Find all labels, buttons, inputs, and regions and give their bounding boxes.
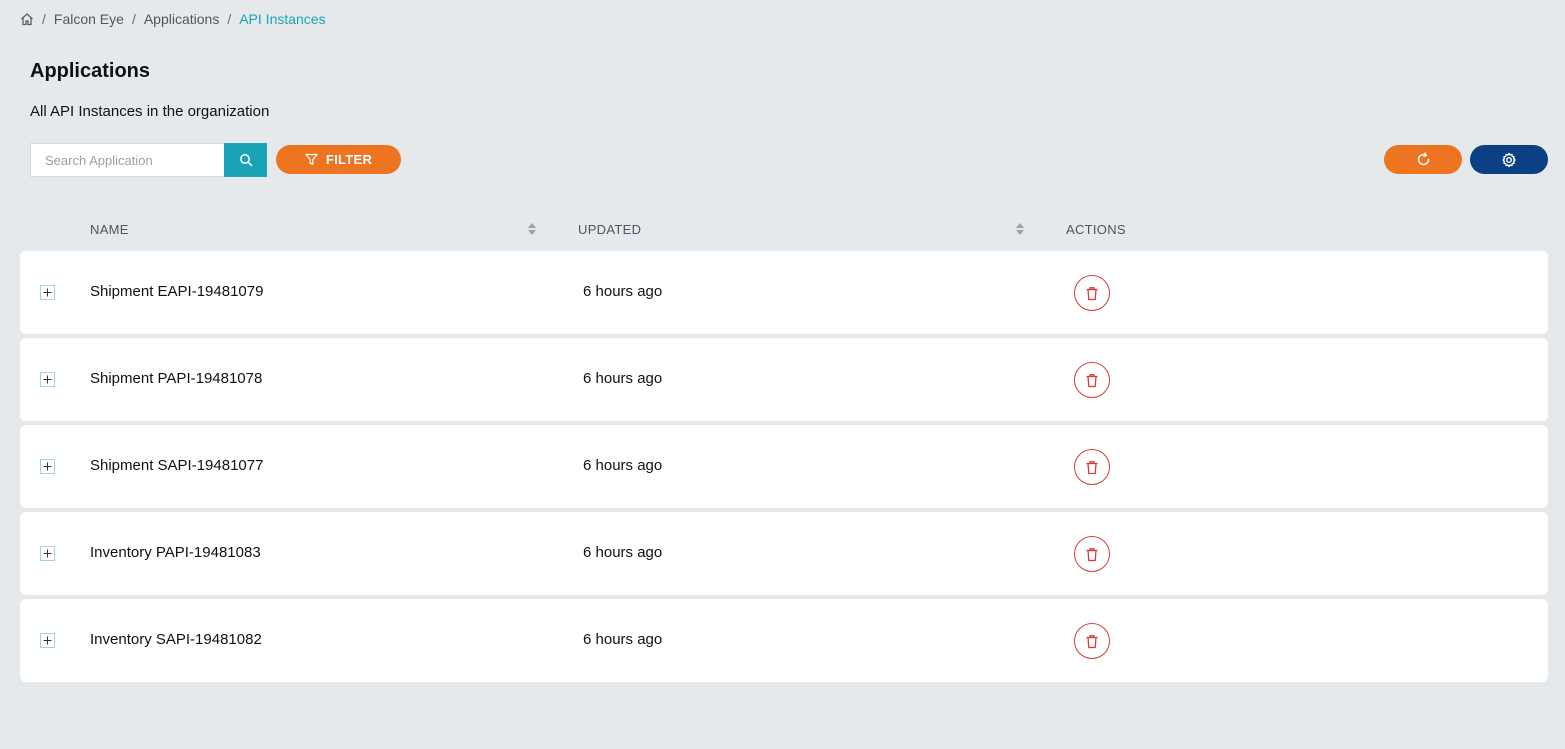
expand-icon[interactable] <box>40 285 55 300</box>
breadcrumb-separator: / <box>42 11 46 27</box>
page-title: Applications <box>30 60 151 82</box>
trash-icon <box>1085 286 1099 301</box>
expand-icon[interactable] <box>40 546 55 561</box>
column-header-updated[interactable]: UPDATED <box>578 222 641 237</box>
table-body: Shipment EAPI-19481079 6 hours ago Shipm… <box>20 251 1548 686</box>
trash-icon <box>1085 634 1099 649</box>
row-updated: 6 hours ago <box>583 283 663 300</box>
breadcrumb: / Falcon Eye / Applications / API Instan… <box>20 10 326 28</box>
row-updated: 6 hours ago <box>583 457 663 474</box>
sort-icon[interactable] <box>527 221 537 237</box>
trash-icon <box>1085 373 1099 388</box>
expand-icon[interactable] <box>40 372 55 387</box>
column-header-name[interactable]: NAME <box>90 222 129 237</box>
row-name: Inventory PAPI-19481083 <box>90 544 261 561</box>
delete-button[interactable] <box>1074 449 1110 485</box>
breadcrumb-item-falcon-eye[interactable]: Falcon Eye <box>54 11 124 27</box>
search-button[interactable] <box>224 143 267 177</box>
row-name: Shipment SAPI-19481077 <box>90 457 264 474</box>
filter-label: FILTER <box>325 152 373 167</box>
table-row: Shipment SAPI-19481077 6 hours ago <box>20 425 1548 508</box>
row-name: Inventory SAPI-19481082 <box>90 631 262 648</box>
breadcrumb-separator: / <box>131 11 136 27</box>
trash-icon <box>1085 460 1099 475</box>
settings-button[interactable] <box>1470 145 1548 174</box>
column-header-actions: ACTIONS <box>1066 222 1126 237</box>
row-name: Shipment PAPI-19481078 <box>90 370 263 387</box>
delete-button[interactable] <box>1074 362 1110 398</box>
table-header: NAME UPDATED ACTIONS <box>20 218 1548 242</box>
home-icon[interactable] <box>20 12 34 26</box>
table-row: Shipment PAPI-19481078 6 hours ago <box>20 338 1548 421</box>
row-name: Shipment EAPI-19481079 <box>90 283 264 300</box>
sort-icon[interactable] <box>1015 221 1025 237</box>
row-updated: 6 hours ago <box>583 370 663 387</box>
gear-icon <box>1501 152 1517 168</box>
filter-button[interactable]: FILTER <box>276 145 401 174</box>
refresh-button[interactable] <box>1384 145 1462 174</box>
filter-icon <box>305 153 318 166</box>
row-updated: 6 hours ago <box>583 631 663 648</box>
search-input[interactable] <box>30 143 224 177</box>
breadcrumb-current: API Instances <box>239 11 326 27</box>
table-row: Inventory SAPI-19481082 6 hours ago <box>20 599 1548 682</box>
page-subtitle: All API Instances in the organization <box>30 103 270 120</box>
table-row: Shipment EAPI-19481079 6 hours ago <box>20 251 1548 334</box>
row-updated: 6 hours ago <box>583 544 663 561</box>
search-icon <box>239 153 253 167</box>
table-row: Inventory PAPI-19481083 6 hours ago <box>20 512 1548 595</box>
breadcrumb-item-applications[interactable]: Applications <box>144 11 220 27</box>
delete-button[interactable] <box>1074 536 1110 572</box>
breadcrumb-separator: / <box>227 11 232 27</box>
delete-button[interactable] <box>1074 275 1110 311</box>
search-bar <box>30 143 267 177</box>
trash-icon <box>1085 547 1099 562</box>
expand-icon[interactable] <box>40 633 55 648</box>
expand-icon[interactable] <box>40 459 55 474</box>
refresh-icon <box>1416 152 1431 167</box>
delete-button[interactable] <box>1074 623 1110 659</box>
